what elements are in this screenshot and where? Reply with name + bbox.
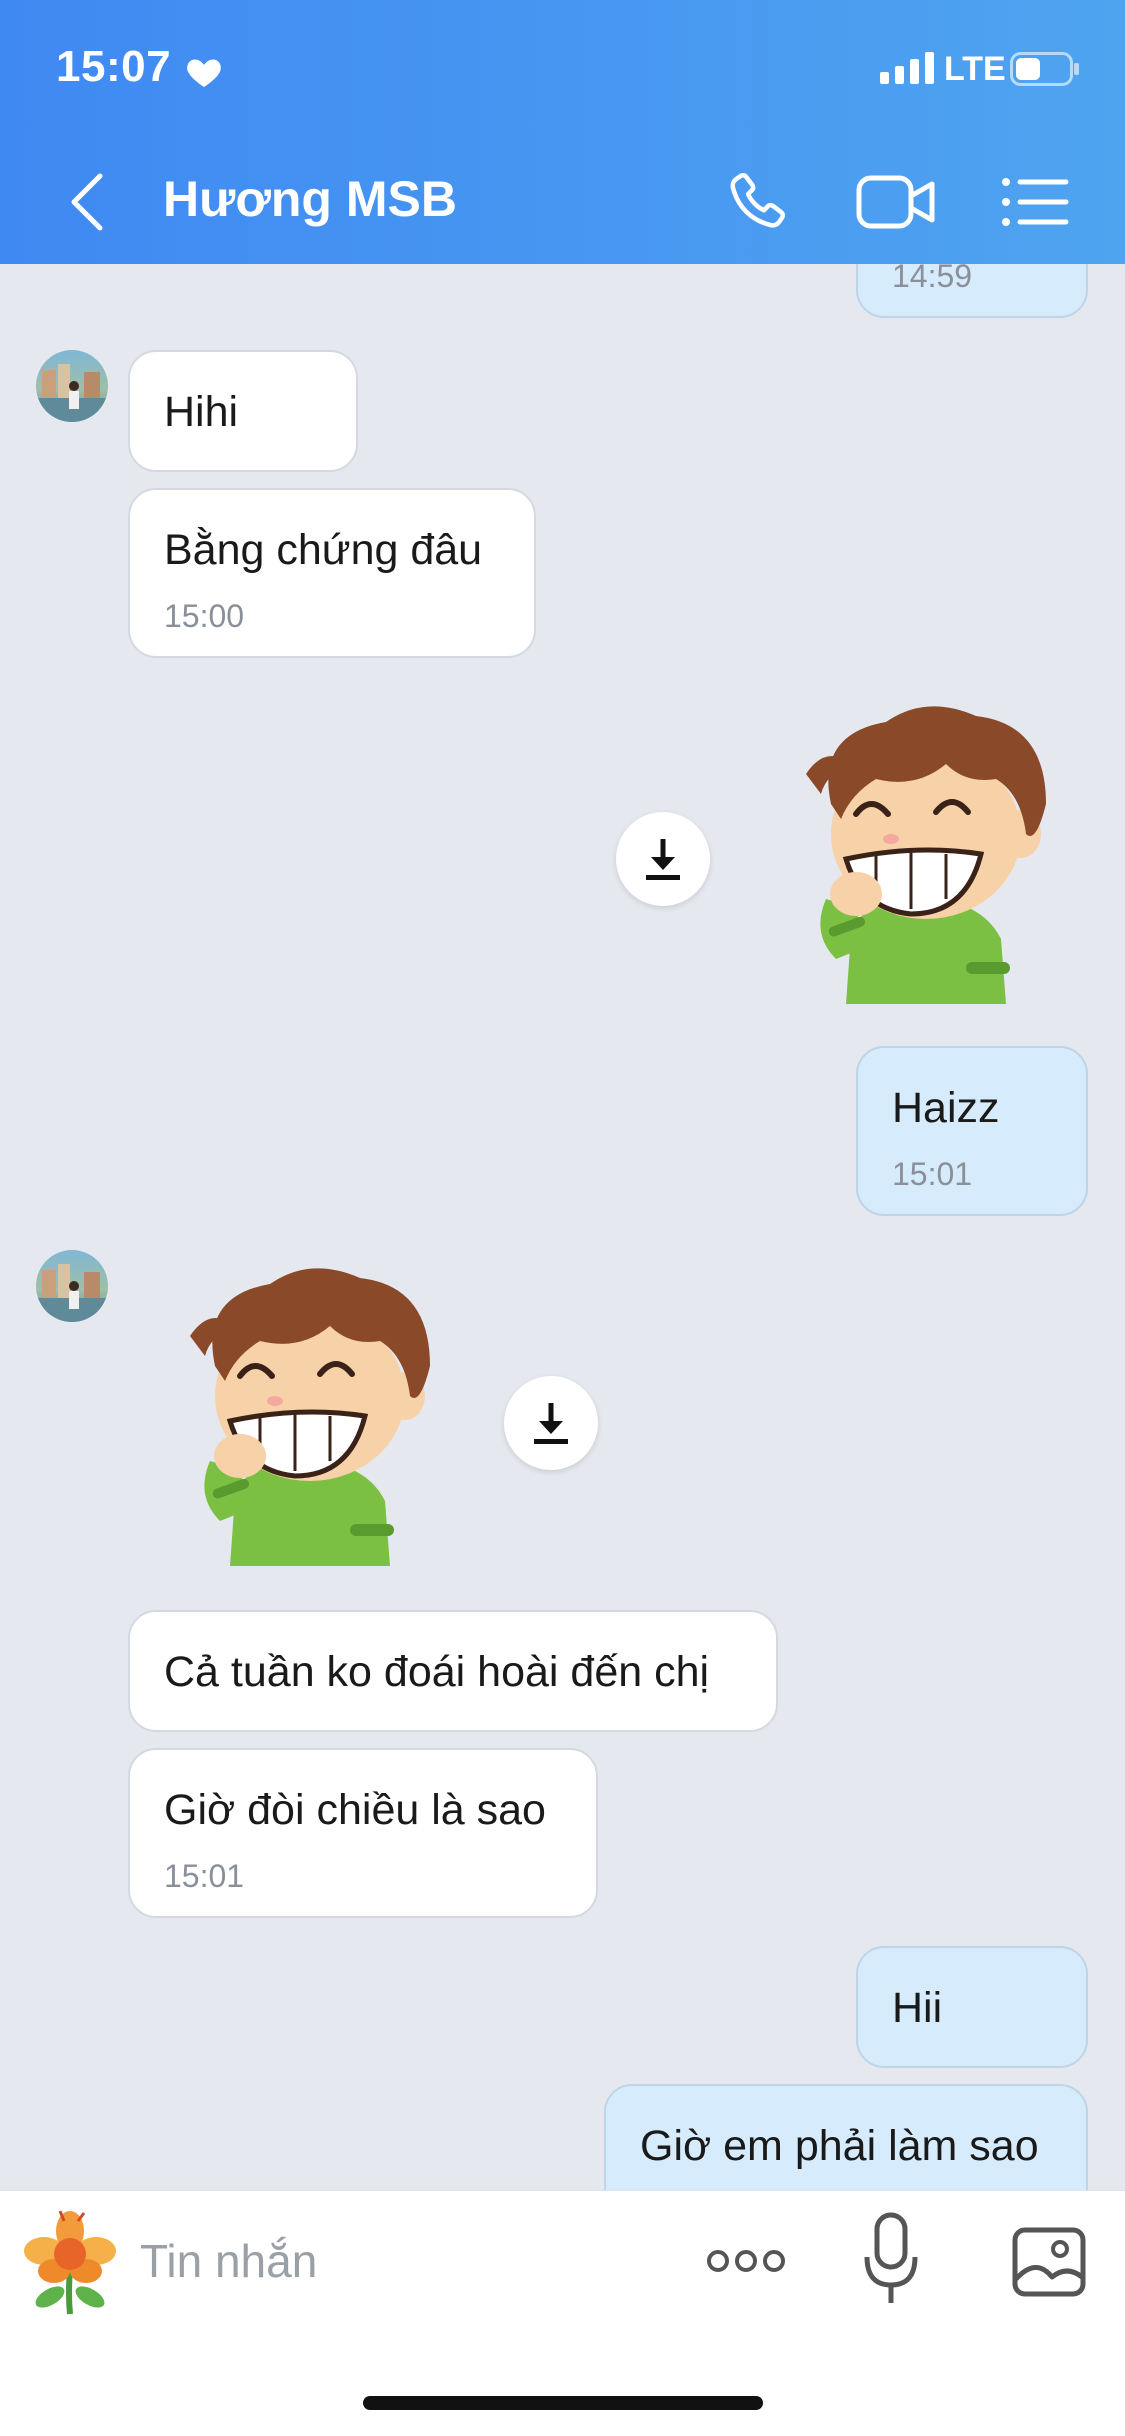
- message-bubble-incoming[interactable]: Cả tuần ko đoái hoài đến chị: [128, 1610, 778, 1732]
- message-text: Bằng chứng đâu: [164, 526, 483, 574]
- message-text: Hii: [892, 1984, 943, 2032]
- download-sticker-button[interactable]: [616, 812, 710, 906]
- avatar-photo: [36, 1264, 108, 1322]
- video-call-icon[interactable]: [856, 172, 936, 232]
- message-time: 15:00: [164, 598, 245, 634]
- contact-avatar[interactable]: [36, 1250, 108, 1322]
- back-icon[interactable]: [62, 170, 112, 234]
- chat-header: 15:07 LTE Hương MSB: [0, 0, 1125, 264]
- message-text: Giờ em phải làm sao: [640, 2122, 1039, 2170]
- message-time: 15:01: [164, 1858, 245, 1894]
- message-bubble-incoming[interactable]: Bằng chứng đâu 15:00: [128, 488, 536, 658]
- heart-icon: [187, 59, 221, 87]
- download-sticker-button[interactable]: [504, 1376, 598, 1470]
- message-text: Giờ đòi chiều là sao: [164, 1786, 546, 1834]
- message-bubble-outgoing[interactable]: 14:59: [856, 264, 1088, 318]
- message-text: Cả tuần ko đoái hoài đến chị: [164, 1648, 710, 1696]
- message-bubble-incoming[interactable]: Giờ đòi chiều là sao 15:01: [128, 1748, 598, 1918]
- avatar-photo: [36, 364, 108, 422]
- signal-icon: [880, 52, 934, 84]
- message-list[interactable]: 14:59 Hihi Bằng chứng đâu 15:00 Haizz 15…: [0, 264, 1125, 2190]
- microphone-icon[interactable]: [862, 2211, 920, 2307]
- battery-icon: [1010, 52, 1079, 86]
- contact-avatar[interactable]: [36, 350, 108, 422]
- more-dots-icon[interactable]: [706, 2231, 786, 2291]
- download-icon: [534, 1403, 568, 1444]
- status-bar: 15:07 LTE: [0, 0, 1125, 140]
- message-time: 15:01: [892, 1156, 973, 1192]
- home-indicator: [363, 2396, 763, 2410]
- message-bubble-outgoing[interactable]: Giờ em phải làm sao: [604, 2084, 1088, 2190]
- phone-icon[interactable]: [722, 168, 790, 236]
- status-time: 15:07: [56, 42, 172, 91]
- contact-name[interactable]: Hương MSB: [163, 170, 457, 228]
- image-icon[interactable]: [1012, 2227, 1086, 2297]
- list-menu-icon[interactable]: [1000, 172, 1070, 232]
- sticker-boy-laughing[interactable]: [776, 694, 1066, 1004]
- message-text: Hihi: [164, 388, 239, 436]
- message-bubble-outgoing[interactable]: Hii: [856, 1946, 1088, 2068]
- message-bubble-incoming[interactable]: Hihi: [128, 350, 358, 472]
- network-type: LTE: [944, 50, 1006, 88]
- message-text: Haizz: [892, 1084, 1000, 1132]
- message-input[interactable]: [140, 2221, 660, 2301]
- sticker-boy-laughing[interactable]: [160, 1256, 450, 1566]
- sticker-flower-icon[interactable]: [20, 2209, 120, 2319]
- message-bubble-outgoing[interactable]: Haizz 15:01: [856, 1046, 1088, 1216]
- message-time: 14:59: [892, 264, 973, 294]
- download-icon: [646, 839, 680, 880]
- nav-bar: Hương MSB: [0, 140, 1125, 264]
